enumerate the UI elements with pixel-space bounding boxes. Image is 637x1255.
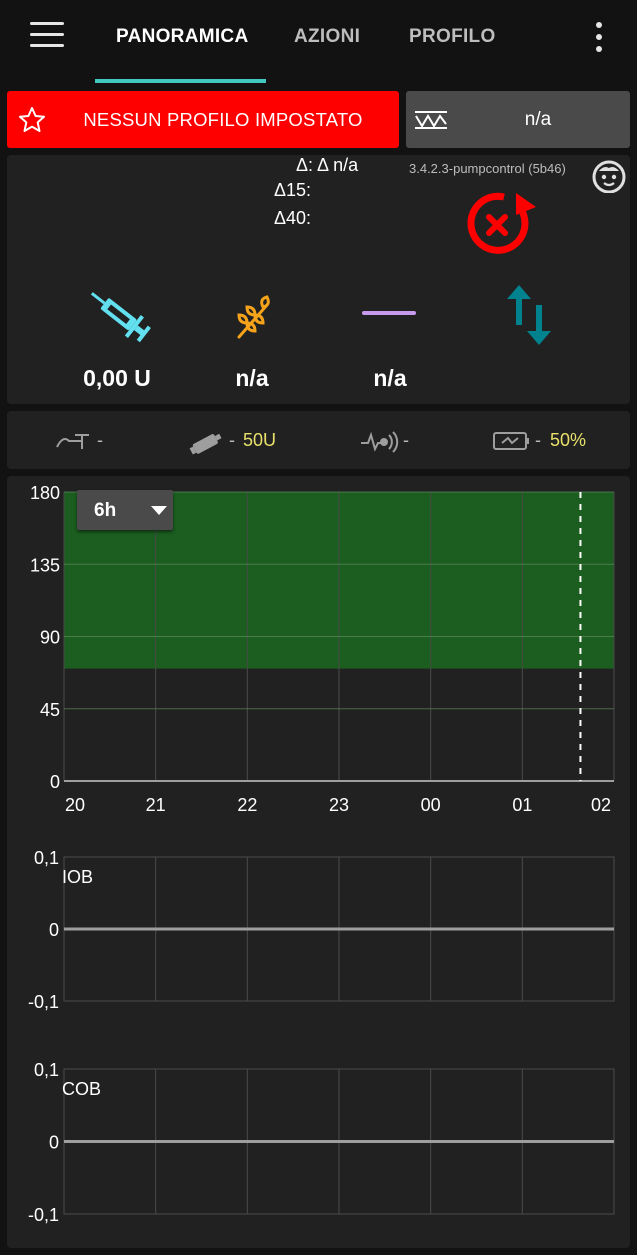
- iob-y-tick-label: 0,1: [34, 848, 59, 868]
- time-range-select[interactable]: 6h: [77, 490, 173, 530]
- graphs-svg: 1801359045020 21 22 23 00 01 020,10-0,1IOB0,10…: [28, 483, 615, 1225]
- iob-chart-title: IOB: [62, 867, 93, 887]
- bg-y-tick-label: 135: [30, 555, 60, 575]
- bg-x-tick-label: 22: [237, 795, 257, 815]
- dropdown-caret-icon: [151, 506, 167, 515]
- cob-chart-title: COB: [62, 1079, 101, 1099]
- iob-y-tick-label: 0: [49, 920, 59, 940]
- bg-x-tick-label: 00: [421, 795, 441, 815]
- bg-y-tick-label: 90: [40, 628, 60, 648]
- cob-y-tick-label: -0,1: [28, 1205, 59, 1225]
- cob-y-tick-label: 0,1: [34, 1060, 59, 1080]
- iob-y-tick-label: -0,1: [28, 992, 59, 1012]
- cob-y-tick-label: 0: [49, 1133, 59, 1153]
- bg-x-tick-label: 01: [512, 795, 532, 815]
- bg-y-tick-label: 45: [40, 700, 60, 720]
- bg-y-tick-label: 0: [50, 772, 60, 792]
- time-range-value: 6h: [94, 500, 117, 521]
- bg-x-tick-label: 21: [146, 795, 166, 815]
- bg-x-tick-label: 02: [591, 795, 611, 815]
- bg-y-tick-label: 180: [30, 483, 60, 503]
- bg-x-tick-label: 23: [329, 795, 349, 815]
- bg-x-tick-label: 20: [65, 795, 85, 815]
